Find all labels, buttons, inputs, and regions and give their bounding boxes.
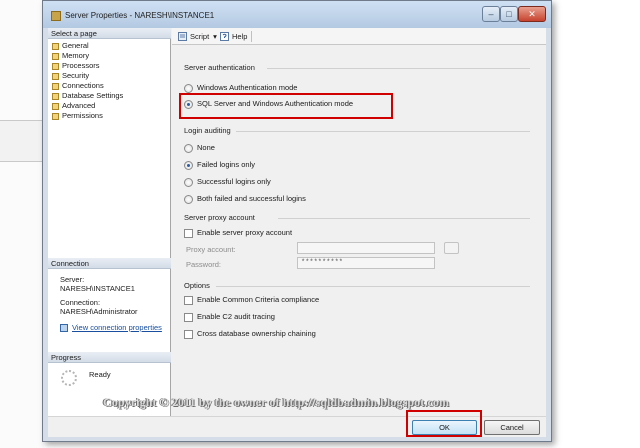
divider bbox=[267, 68, 530, 69]
page-item-security[interactable]: Security bbox=[52, 71, 89, 81]
page-item-general[interactable]: General bbox=[52, 41, 89, 51]
progress-spinner-icon bbox=[61, 370, 77, 386]
script-button[interactable]: Script ▾ bbox=[178, 31, 217, 42]
checkbox-label: Enable C2 audit tracing bbox=[197, 312, 275, 321]
toolbar-separator bbox=[251, 31, 252, 42]
page-icon bbox=[52, 62, 59, 70]
page-icon bbox=[52, 112, 59, 120]
page-icon bbox=[52, 92, 59, 100]
radio-label: Failed logins only bbox=[197, 160, 255, 169]
radio-label: Both failed and successful logins bbox=[197, 194, 306, 203]
cancel-button[interactable]: Cancel bbox=[484, 420, 540, 435]
minimize-button[interactable]: ‒ bbox=[482, 6, 500, 22]
script-label: Script bbox=[190, 32, 210, 41]
c2-audit-checkbox[interactable]: Enable C2 audit tracing bbox=[184, 312, 275, 322]
left-pane: Select a page General Memory Processors … bbox=[48, 28, 171, 416]
page-item-label: Database Settings bbox=[62, 91, 124, 100]
select-page-header: Select a page bbox=[48, 28, 171, 39]
properties-pane: Script ▾ Help Server authentication Wind… bbox=[172, 28, 546, 416]
background-strip bbox=[0, 120, 44, 162]
page-item-label: Security bbox=[62, 71, 90, 80]
audit-none-radio[interactable]: None bbox=[184, 143, 215, 153]
checkbox-label: Cross database ownership chaining bbox=[197, 329, 316, 338]
audit-failed-radio[interactable]: Failed logins only bbox=[184, 160, 255, 170]
background-right bbox=[552, 0, 640, 448]
chevron-down-icon: ▾ bbox=[213, 32, 217, 41]
title-bar[interactable]: Server Properties - NARESH\INSTANCE1 ‒ □… bbox=[43, 1, 551, 28]
connection-value: NARESH\Administrator bbox=[60, 307, 138, 316]
password-field[interactable]: ********** bbox=[297, 257, 435, 269]
connection-header: Connection bbox=[48, 258, 171, 269]
page-item-memory[interactable]: Memory bbox=[52, 51, 89, 61]
server-properties-icon bbox=[51, 11, 61, 21]
checkbox[interactable] bbox=[184, 312, 193, 322]
page-item-processors[interactable]: Processors bbox=[52, 61, 100, 71]
divider bbox=[216, 286, 530, 287]
page-item-connections[interactable]: Connections bbox=[52, 81, 104, 91]
maximize-button[interactable]: □ bbox=[500, 6, 518, 22]
password-label: Password: bbox=[186, 260, 222, 269]
page-item-permissions[interactable]: Permissions bbox=[52, 111, 103, 121]
toolbar: Script ▾ Help bbox=[172, 28, 546, 45]
help-icon bbox=[220, 32, 229, 41]
checkbox[interactable] bbox=[184, 228, 193, 238]
radio-button[interactable] bbox=[184, 177, 193, 187]
page-item-label: Memory bbox=[62, 51, 90, 60]
close-button[interactable]: ✕ bbox=[518, 6, 546, 22]
checkbox[interactable] bbox=[184, 295, 193, 305]
server-authentication-title: Server authentication bbox=[184, 63, 255, 72]
page-item-database-settings[interactable]: Database Settings bbox=[52, 91, 123, 101]
page-icon bbox=[52, 72, 59, 80]
page-icon bbox=[52, 82, 59, 90]
radio-button[interactable] bbox=[184, 160, 193, 170]
enable-proxy-checkbox[interactable]: Enable server proxy account bbox=[184, 228, 292, 238]
radio-button[interactable] bbox=[184, 83, 193, 93]
divider bbox=[236, 131, 530, 132]
login-auditing-title: Login auditing bbox=[184, 126, 231, 135]
radio-label: Successful logins only bbox=[197, 177, 271, 186]
view-connection-properties-link[interactable]: View connection properties bbox=[72, 323, 162, 333]
checkbox[interactable] bbox=[184, 329, 193, 339]
server-proxy-title: Server proxy account bbox=[184, 213, 255, 222]
server-properties-window: Server Properties - NARESH\INSTANCE1 ‒ □… bbox=[42, 0, 552, 442]
audit-both-radio[interactable]: Both failed and successful logins bbox=[184, 194, 306, 204]
highlight-box-auth bbox=[179, 93, 393, 119]
window-title: Server Properties - NARESH\INSTANCE1 bbox=[65, 11, 215, 20]
radio-button[interactable] bbox=[184, 143, 193, 153]
page-icon bbox=[52, 42, 59, 50]
highlight-box-ok bbox=[406, 410, 482, 437]
page-item-label: Connections bbox=[62, 81, 104, 90]
server-value: NARESH\INSTANCE1 bbox=[60, 284, 135, 293]
background-left bbox=[0, 0, 44, 448]
page-item-label: Processors bbox=[62, 61, 100, 70]
page-item-advanced[interactable]: Advanced bbox=[52, 101, 95, 111]
radio-label: None bbox=[197, 143, 215, 152]
radio-button[interactable] bbox=[184, 194, 193, 204]
options-title: Options bbox=[184, 281, 210, 290]
page-item-label: Advanced bbox=[62, 101, 96, 110]
common-criteria-checkbox[interactable]: Enable Common Criteria compliance bbox=[184, 295, 319, 305]
help-button[interactable]: Help bbox=[220, 31, 247, 42]
page-icon bbox=[52, 102, 59, 110]
script-icon bbox=[178, 32, 187, 41]
browse-proxy-button[interactable] bbox=[444, 242, 459, 254]
progress-status: Ready bbox=[89, 370, 111, 379]
checkbox-label: Enable server proxy account bbox=[197, 228, 293, 237]
divider bbox=[278, 218, 530, 219]
page-icon bbox=[52, 52, 59, 60]
proxy-account-field[interactable] bbox=[297, 242, 435, 254]
proxy-account-label: Proxy account: bbox=[186, 245, 236, 254]
checkbox-label: Enable Common Criteria compliance bbox=[197, 295, 320, 304]
audit-successful-radio[interactable]: Successful logins only bbox=[184, 177, 271, 187]
cross-db-checkbox[interactable]: Cross database ownership chaining bbox=[184, 329, 316, 339]
page-item-label: Permissions bbox=[62, 111, 103, 120]
help-label: Help bbox=[232, 32, 248, 41]
windows-auth-radio[interactable]: Windows Authentication mode bbox=[184, 83, 297, 93]
radio-label: Windows Authentication mode bbox=[197, 83, 298, 92]
copyright-watermark: Copyright © 2011 by the owner of http://… bbox=[103, 395, 450, 409]
progress-header: Progress bbox=[48, 352, 171, 363]
dialog-body: Select a page General Memory Processors … bbox=[48, 28, 546, 437]
connection-properties-icon[interactable] bbox=[60, 324, 68, 332]
page-item-label: General bbox=[62, 41, 89, 50]
